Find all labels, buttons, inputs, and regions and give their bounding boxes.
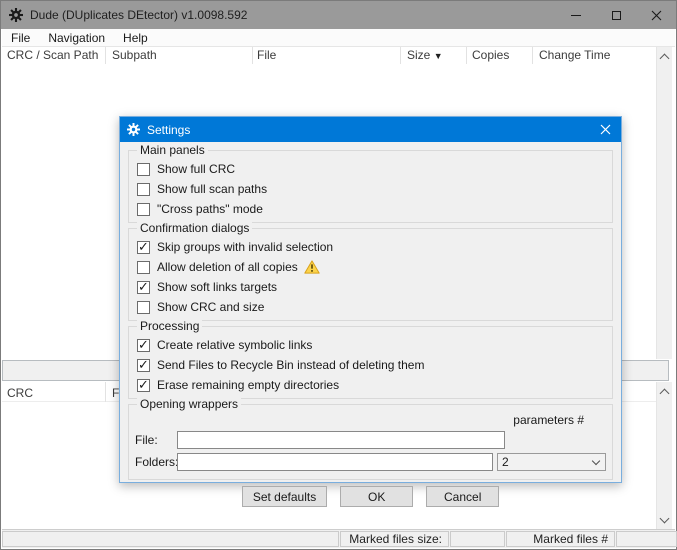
menu-help[interactable]: Help [114, 29, 157, 47]
status-general [2, 531, 339, 547]
checkbox-row-cross-paths-mode[interactable]: "Cross paths" mode [135, 199, 606, 219]
file-field-label: File: [135, 432, 158, 447]
settings-dialog: Settings Main panels Show full CRC Show … [119, 116, 622, 507]
checkbox[interactable] [137, 279, 150, 295]
col-subpath[interactable]: Subpath [112, 48, 157, 62]
checkbox-row-show-full-scan-paths[interactable]: Show full scan paths [135, 179, 606, 199]
checkbox-label: Show CRC and size [157, 300, 265, 314]
checkbox-row-allow-deletion[interactable]: Allow deletion of all copies [135, 257, 606, 277]
group-title: Main panels [137, 144, 208, 157]
folders-field-label: Folders: [135, 454, 179, 469]
upper-column-header: CRC / Scan Path Subpath File Size ▼ Copi… [2, 47, 658, 64]
lower-scrollbar[interactable] [656, 382, 672, 530]
folders-wrapper-row: Folders: 2 [135, 451, 606, 472]
checkbox-label: Create relative symbolic links [157, 338, 313, 352]
checkbox-label: Allow deletion of all copies [157, 260, 298, 274]
checkbox-label: Skip groups with invalid selection [157, 240, 334, 254]
dialog-close-button[interactable] [589, 117, 621, 142]
app-gear-icon [9, 8, 23, 22]
main-window: Dude (DUplicates DEtector) v1.0098.592 F… [0, 0, 677, 550]
col-crc-scan-path[interactable]: CRC / Scan Path [7, 48, 98, 62]
marked-files-count-label: Marked files # [506, 531, 615, 547]
upper-scrollbar[interactable] [656, 47, 672, 359]
group-processing: Processing Create relative symbolic link… [128, 320, 613, 399]
checkbox[interactable] [137, 182, 150, 196]
group-confirmation-dialogs: Confirmation dialogs Skip groups with in… [128, 222, 613, 321]
col-size[interactable]: Size ▼ [407, 48, 443, 62]
close-icon [600, 124, 610, 135]
scroll-up-icon[interactable] [659, 388, 670, 399]
checkbox[interactable] [137, 239, 150, 255]
set-defaults-button[interactable]: Set defaults [241, 486, 328, 507]
menu-file[interactable]: File [2, 29, 39, 47]
checkbox-label: Show full CRC [157, 162, 236, 176]
warning-icon [304, 260, 320, 274]
checkbox[interactable] [137, 357, 150, 373]
menu-navigation[interactable]: Navigation [39, 29, 114, 47]
status-bar: Marked files size: Marked files # [2, 529, 677, 548]
scroll-up-icon[interactable] [659, 53, 670, 64]
col-file[interactable]: File [257, 48, 276, 62]
file-wrapper-row: File: [135, 429, 606, 450]
checkbox-row-soft-links[interactable]: Show soft links targets [135, 277, 606, 297]
cancel-button[interactable]: Cancel [426, 486, 500, 507]
checkbox-row-erase-empty-dirs[interactable]: Erase remaining empty directories [135, 375, 606, 395]
checkbox-row-symbolic-links[interactable]: Create relative symbolic links [135, 335, 606, 355]
marked-files-size-label: Marked files size: [340, 531, 449, 547]
group-title: Confirmation dialogs [137, 222, 253, 235]
checkbox-row-show-crc-size[interactable]: Show CRC and size [135, 297, 606, 317]
close-icon [651, 10, 661, 20]
checkbox-label: "Cross paths" mode [157, 202, 263, 216]
chevron-down-icon [591, 456, 601, 465]
col-copies[interactable]: Copies [472, 48, 509, 62]
dialog-body: Main panels Show full CRC Show full scan… [120, 142, 621, 507]
checkbox-label: Show soft links targets [157, 280, 278, 294]
marked-files-size-value [450, 531, 505, 547]
checkbox-row-show-full-crc[interactable]: Show full CRC [135, 159, 606, 179]
checkbox[interactable] [137, 377, 150, 393]
dialog-buttons: Set defaults OK Cancel [128, 486, 613, 507]
marked-files-count-value [616, 531, 677, 547]
checkbox-row-skip-groups[interactable]: Skip groups with invalid selection [135, 237, 606, 257]
minimize-button[interactable] [556, 1, 596, 29]
file-wrapper-input[interactable] [177, 430, 505, 449]
minimize-icon [571, 14, 581, 16]
folders-params-dropdown[interactable]: 2 [497, 452, 606, 471]
checkbox[interactable] [137, 202, 150, 216]
dialog-title: Settings [147, 122, 191, 137]
window-title: Dude (DUplicates DEtector) v1.0098.592 [30, 8, 248, 22]
dialog-titlebar[interactable]: Settings [120, 117, 621, 142]
group-opening-wrappers: Opening wrappers parameters # File: Fold… [128, 398, 613, 480]
folders-wrapper-input[interactable] [177, 452, 494, 471]
group-title: Processing [137, 320, 203, 333]
checkbox[interactable] [137, 337, 150, 353]
ok-button[interactable]: OK [340, 486, 414, 507]
checkbox-label: Erase remaining empty directories [157, 378, 340, 392]
scroll-down-icon[interactable] [659, 513, 670, 524]
settings-gear-icon [127, 123, 140, 136]
maximize-icon [611, 10, 621, 20]
checkbox-label: Show full scan paths [157, 182, 268, 196]
menu-bar: File Navigation Help [2, 29, 675, 47]
checkbox-row-recycle-bin[interactable]: Send Files to Recycle Bin instead of del… [135, 355, 606, 375]
maximize-button[interactable] [596, 1, 636, 29]
window-titlebar[interactable]: Dude (DUplicates DEtector) v1.0098.592 [1, 1, 676, 29]
sort-desc-icon: ▼ [433, 51, 443, 61]
checkbox[interactable] [137, 162, 150, 176]
close-button[interactable] [636, 1, 676, 29]
checkbox-label: Send Files to Recycle Bin instead of del… [157, 358, 425, 372]
parameters-count-label: parameters # [513, 413, 584, 427]
col-change-time[interactable]: Change Time [539, 48, 610, 62]
col-crc[interactable]: CRC [7, 386, 33, 400]
checkbox[interactable] [137, 260, 150, 274]
group-main-panels: Main panels Show full CRC Show full scan… [128, 144, 613, 223]
checkbox[interactable] [137, 300, 150, 314]
folders-params-value: 2 [502, 454, 509, 469]
group-title: Opening wrappers [137, 398, 242, 411]
